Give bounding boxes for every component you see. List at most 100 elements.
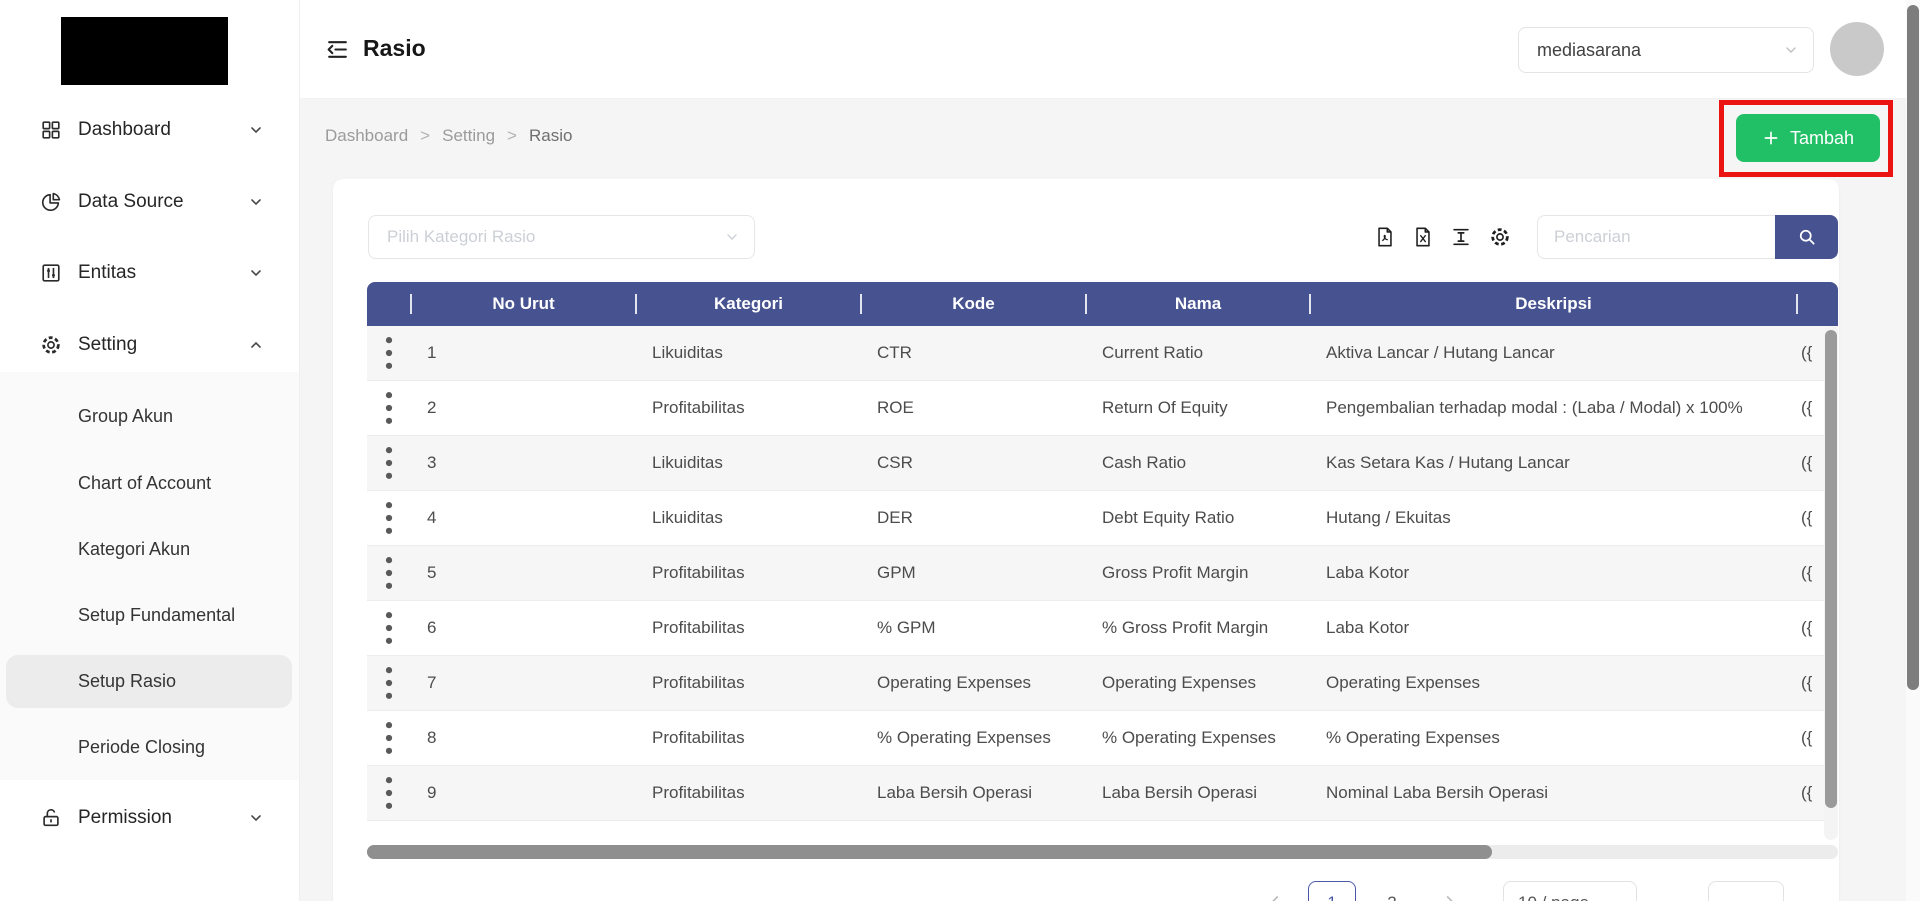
cell-nama: % Operating Expenses	[1102, 728, 1276, 747]
row-drag-handle[interactable]	[367, 771, 411, 815]
cell-deskripsi: Operating Expenses	[1326, 673, 1481, 692]
sidebar-item-chart-of-account[interactable]: Chart of Account	[0, 457, 299, 509]
cell-kode: Operating Expenses	[877, 673, 1032, 692]
row-drag-handle[interactable]	[367, 606, 411, 650]
category-filter-placeholder: Pilih Kategori Rasio	[387, 227, 536, 246]
dots-vertical-icon	[367, 771, 411, 815]
cell-kode: ROE	[877, 398, 914, 417]
sidebar-item-setup-fundamental[interactable]: Setup Fundamental	[0, 589, 299, 641]
table-row[interactable]: 6 Profitabilitas % GPM % Gross Profit Ma…	[367, 601, 1838, 656]
cell-no-urut: 8	[427, 728, 437, 747]
sidebar-item-kategori-akun[interactable]: Kategori Akun	[0, 523, 299, 575]
table-row[interactable]: 3 Likuiditas CSR Cash Ratio Kas Setara K…	[367, 436, 1838, 491]
cell-kode: % Operating Expenses	[877, 728, 1051, 747]
row-drag-handle[interactable]	[367, 661, 411, 705]
sidebar-item-dashboard[interactable]: Dashboard	[0, 105, 299, 155]
row-drag-handle[interactable]	[367, 551, 411, 595]
cell-kode: Laba Bersih Operasi	[877, 783, 1032, 802]
cell-kode: CTR	[877, 343, 912, 362]
cell-no-urut: 5	[427, 563, 437, 582]
pagination-quick-jump-input[interactable]	[1708, 881, 1784, 901]
cell-nama: Current Ratio	[1102, 343, 1204, 362]
table-vertical-scrollbar-thumb[interactable]	[1825, 330, 1837, 808]
cell-kategori: Profitabilitas	[652, 398, 745, 417]
cell-no-urut: 1	[427, 343, 437, 362]
column-header-no-urut[interactable]: No Urut	[411, 294, 636, 314]
column-header-nama[interactable]: Nama	[1086, 294, 1310, 314]
cell-kategori: Profitabilitas	[652, 728, 745, 747]
sub-item-label: Chart of Account	[78, 472, 212, 493]
row-drag-handle[interactable]	[367, 441, 411, 485]
table-horizontal-scrollbar-thumb[interactable]	[367, 845, 1492, 859]
sidebar-item-periode-closing[interactable]: Periode Closing	[0, 721, 299, 773]
header-separator	[860, 294, 862, 314]
table-row[interactable]: 5 Profitabilitas GPM Gross Profit Margin…	[367, 546, 1838, 601]
header-separator	[1309, 294, 1311, 314]
header-separator	[635, 294, 637, 314]
sidebar-item-data-source[interactable]: Data Source	[0, 177, 299, 227]
category-filter-select[interactable]: Pilih Kategori Rasio	[368, 215, 755, 259]
dots-vertical-icon	[367, 496, 411, 540]
breadcrumb-item-dashboard[interactable]: Dashboard	[325, 126, 408, 145]
pagination-page-2[interactable]: 2	[1368, 881, 1416, 901]
cell-deskripsi: % Operating Expenses	[1326, 728, 1500, 747]
table-row[interactable]: 7 Profitabilitas Operating Expenses Oper…	[367, 656, 1838, 711]
page-number: 2	[1387, 893, 1396, 901]
pagination-prev-icon[interactable]	[1268, 893, 1284, 901]
table-row[interactable]: 2 Profitabilitas ROE Return Of Equity Pe…	[367, 381, 1838, 436]
table-row[interactable]: 9 Profitabilitas Laba Bersih Operasi Lab…	[367, 766, 1838, 821]
row-drag-handle[interactable]	[367, 496, 411, 540]
cell-nama: % Gross Profit Margin	[1102, 618, 1269, 637]
sidebar-item-setting[interactable]: Setting	[0, 320, 299, 370]
file-pdf-icon[interactable]	[1374, 226, 1396, 248]
dots-vertical-icon	[367, 441, 411, 485]
pagination-page-size-select[interactable]: 10 / page	[1503, 881, 1637, 901]
table-row[interactable]: 4 Likuiditas DER Debt Equity Ratio Hutan…	[367, 491, 1838, 546]
column-header-deskripsi[interactable]: Deskripsi	[1310, 294, 1797, 314]
add-button[interactable]: Tambah	[1736, 114, 1880, 162]
cell-no-urut: 6	[427, 618, 437, 637]
row-drag-handle[interactable]	[367, 716, 411, 760]
cell-nama: Operating Expenses	[1102, 673, 1257, 692]
user-avatar[interactable]	[1830, 22, 1884, 76]
row-drag-handle[interactable]	[367, 331, 411, 375]
cell-deskripsi: Aktiva Lancar / Hutang Lancar	[1326, 343, 1555, 362]
chevron-up-icon	[248, 337, 264, 353]
cell-kategori: Profitabilitas	[652, 783, 745, 802]
grid-icon	[40, 119, 62, 141]
cell-no-urut: 3	[427, 453, 437, 472]
cell-kategori: Likuiditas	[652, 343, 723, 362]
row-drag-handle[interactable]	[367, 386, 411, 430]
sidebar-item-setup-rasio[interactable]: Setup Rasio	[0, 655, 299, 707]
gear-icon[interactable]	[1489, 226, 1511, 248]
cell-kode: DER	[877, 508, 913, 527]
search-button[interactable]	[1775, 215, 1838, 259]
menu-fold-icon[interactable]	[325, 37, 350, 62]
dots-vertical-icon	[367, 386, 411, 430]
chevron-down-icon	[248, 122, 264, 138]
file-excel-icon[interactable]	[1412, 226, 1434, 248]
sidebar-item-label: Setting	[78, 334, 138, 355]
search-input[interactable]: Pencarian	[1537, 215, 1775, 259]
sidebar-item-group-akun[interactable]: Group Akun	[0, 390, 299, 442]
column-height-icon[interactable]	[1450, 226, 1472, 248]
search-placeholder: Pencarian	[1554, 227, 1631, 246]
add-button-label: Tambah	[1789, 127, 1855, 148]
sidebar-item-entitas[interactable]: Entitas	[0, 248, 299, 298]
sidebar-item-permission[interactable]: Permission	[0, 793, 299, 843]
pagination-next-icon[interactable]	[1441, 893, 1457, 901]
header-separator	[1085, 294, 1087, 314]
table-row[interactable]: 1 Likuiditas CTR Current Ratio Aktiva La…	[367, 326, 1838, 381]
pagination-page-1[interactable]: 1	[1308, 881, 1356, 901]
cell-kategori: Profitabilitas	[652, 618, 745, 637]
page-scrollbar-thumb[interactable]	[1907, 5, 1919, 690]
cell-kategori: Profitabilitas	[652, 563, 745, 582]
cell-kode: CSR	[877, 453, 913, 472]
sliders-icon	[40, 262, 62, 284]
page-title: Rasio	[363, 35, 426, 61]
workspace-select[interactable]: mediasarana	[1518, 27, 1814, 73]
column-header-kategori[interactable]: Kategori	[636, 294, 861, 314]
table-row[interactable]: 8 Profitabilitas % Operating Expenses % …	[367, 711, 1838, 766]
column-header-kode[interactable]: Kode	[861, 294, 1086, 314]
breadcrumb-item-setting[interactable]: Setting	[442, 126, 495, 145]
